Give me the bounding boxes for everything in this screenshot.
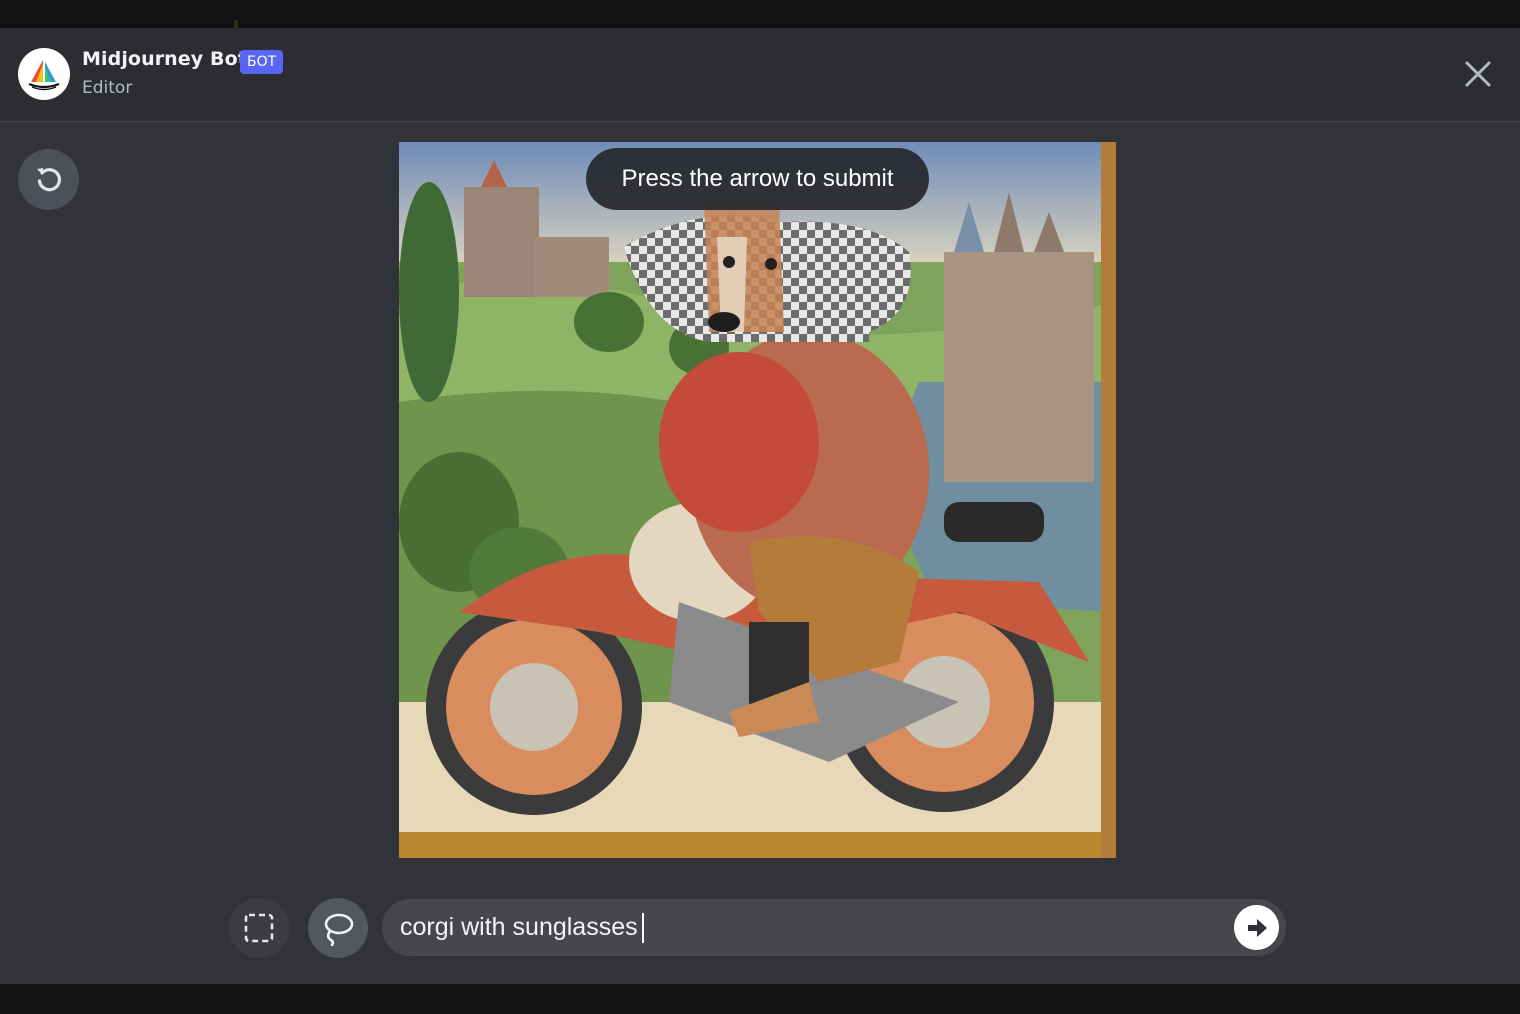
avatar[interactable]: [18, 48, 70, 100]
close-icon: [1465, 61, 1491, 87]
prompt-box: [382, 899, 1286, 956]
midjourney-boat-icon: [28, 60, 60, 91]
artwork-image: [399, 142, 1116, 858]
editor-header: Midjourney Bot БОТ Editor: [0, 28, 1520, 122]
lasso-select-button[interactable]: [308, 898, 368, 958]
editor-modal: Midjourney Bot БОТ Editor Press the arro…: [0, 28, 1520, 984]
top-strip: [0, 0, 1520, 28]
text-caret: [642, 913, 644, 943]
image-canvas[interactable]: [399, 142, 1116, 858]
rectangle-select-button[interactable]: [229, 898, 289, 958]
page-subtitle: Editor: [82, 78, 133, 98]
lasso-icon: [324, 913, 354, 946]
bot-badge: БОТ: [240, 50, 284, 74]
top-strip-accent: [234, 20, 238, 28]
reset-button[interactable]: [18, 149, 79, 210]
bot-name[interactable]: Midjourney Bot: [82, 48, 247, 70]
prompt-input[interactable]: [400, 899, 1220, 956]
submit-button[interactable]: [1234, 905, 1279, 950]
bottom-strip: [0, 984, 1520, 1014]
close-button[interactable]: [1456, 52, 1500, 96]
undo-icon: [36, 167, 61, 191]
submit-hint: Press the arrow to submit: [586, 148, 929, 210]
arrow-right-icon: [1247, 918, 1267, 937]
dashed-rectangle-icon: [244, 913, 274, 943]
